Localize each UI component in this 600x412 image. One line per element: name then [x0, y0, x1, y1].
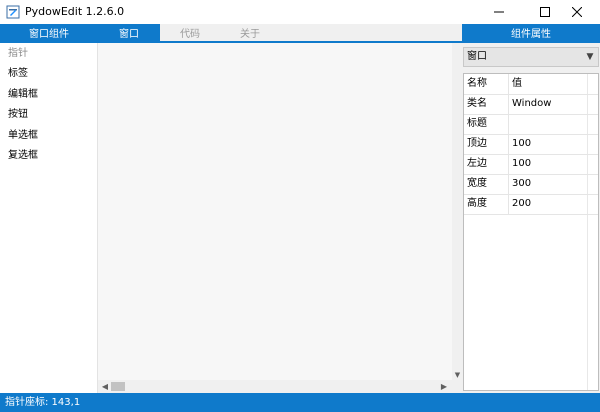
property-value[interactable]: 300: [512, 177, 531, 191]
arrow-right-icon[interactable]: ▶: [439, 381, 449, 392]
palette-item-button[interactable]: 按钮: [8, 108, 28, 122]
property-name: 高度: [467, 198, 487, 209]
property-value[interactable]: Window: [512, 97, 551, 111]
arrow-down-icon[interactable]: ▼: [453, 370, 462, 380]
property-name: 顶边: [467, 138, 487, 149]
vertical-scrollbar[interactable]: [452, 43, 462, 380]
palette-item-label[interactable]: 标签: [8, 67, 28, 81]
scrollbar-thumb[interactable]: [111, 382, 125, 391]
palette-item-editbox[interactable]: 编辑框: [8, 88, 38, 102]
close-button[interactable]: [554, 0, 600, 24]
status-text: 指针座标: 143,1: [5, 397, 81, 408]
app-icon: [6, 5, 20, 19]
tab-about[interactable]: 关于: [220, 24, 280, 41]
component-palette: 指针 标签 编辑框 按钮 单选框 复选框: [0, 43, 98, 393]
property-name: 标题: [467, 118, 487, 129]
tab-component-properties[interactable]: 组件属性: [462, 24, 600, 41]
property-value[interactable]: 200: [512, 197, 531, 211]
property-name: 类名: [467, 98, 487, 109]
minimize-button[interactable]: [476, 0, 522, 24]
close-icon: [572, 7, 582, 17]
palette-item-checkbox[interactable]: 复选框: [8, 149, 38, 163]
tab-window[interactable]: 窗口: [98, 24, 160, 41]
property-value[interactable]: 100: [512, 157, 531, 171]
property-name: 左边: [467, 158, 487, 169]
chevron-down-icon[interactable]: ▼: [584, 49, 596, 65]
property-name: 宽度: [467, 178, 487, 189]
header-value: 值: [512, 78, 522, 89]
palette-item-pointer[interactable]: 指针: [8, 47, 28, 61]
horizontal-scrollbar[interactable]: [98, 380, 452, 393]
tab-code[interactable]: 代码: [160, 24, 220, 41]
design-canvas[interactable]: [98, 43, 452, 380]
arrow-left-icon[interactable]: ◀: [100, 381, 110, 392]
tab-window-components[interactable]: 窗口组件: [0, 24, 98, 41]
maximize-icon: [540, 7, 550, 17]
palette-item-radio[interactable]: 单选框: [8, 129, 38, 143]
window-title: PydowEdit 1.2.6.0: [25, 5, 125, 18]
property-value[interactable]: 100: [512, 137, 531, 151]
status-bar: [0, 393, 600, 412]
header-name: 名称: [467, 78, 487, 89]
minimize-icon: [494, 11, 504, 13]
object-select-value: 窗口: [467, 51, 487, 62]
